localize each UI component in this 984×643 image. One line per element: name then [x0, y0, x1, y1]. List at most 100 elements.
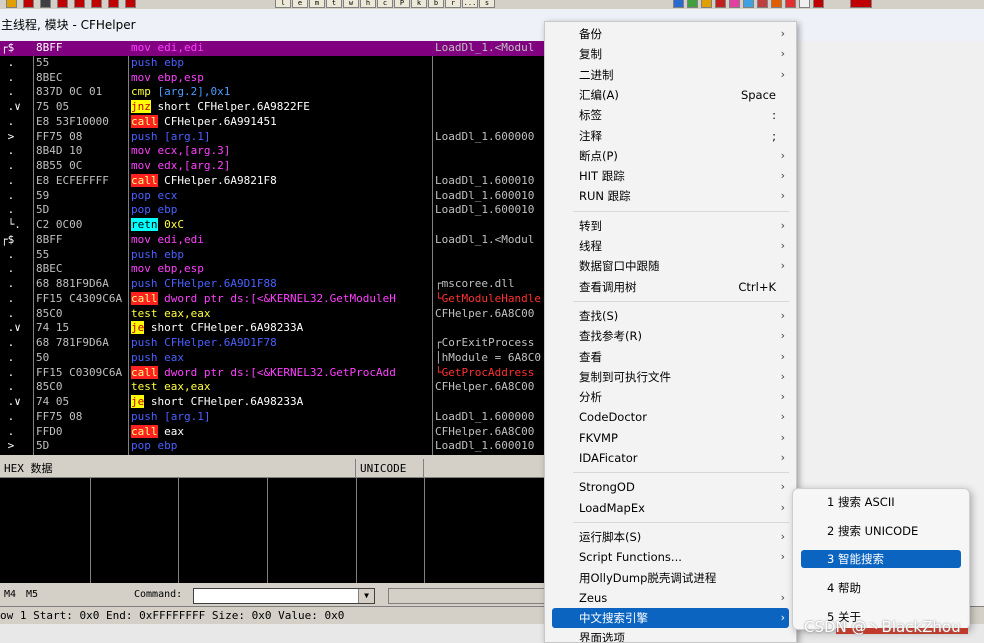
menu-item[interactable]: StrongOD › [545, 477, 796, 497]
submenu-item[interactable]: 2 搜索 UNICODE [801, 522, 961, 540]
toolbar-button[interactable] [701, 0, 712, 8]
menu-item[interactable]: 查看 › [545, 347, 796, 367]
toolbar-button[interactable] [729, 0, 740, 8]
disasm-row[interactable]: . E8 ECFEFFFF call CFHelper.6A9821F8 LoadDl… [0, 173, 548, 189]
disasm-row[interactable]: . 55 push ebp [0, 56, 548, 71]
toolbar-window-button[interactable]: b [428, 0, 444, 8]
toolbar-button[interactable] [850, 0, 872, 8]
menu-item[interactable]: 查找(S) › [545, 306, 796, 326]
disasm-row[interactable]: . E8 53F10000 call CFHelper.6A991451 [0, 114, 548, 130]
disasm-row[interactable]: . 837D 0C 01 cmp [arg.2],0x1 [0, 85, 548, 100]
disasm-row[interactable]: .∨ 74 05 je short CFHelper.6A98233A [0, 395, 548, 410]
menu-item[interactable]: 复制 › [545, 44, 796, 64]
menu-item[interactable]: 分析 › [545, 387, 796, 407]
disasm-row[interactable]: .∨ 75 05 jnz short CFHelper.6A9822FE [0, 100, 548, 115]
disasm-row[interactable]: . 8BEC mov ebp,esp [0, 71, 548, 86]
menu-item[interactable]: 中文搜索引擎 › [552, 608, 789, 629]
menu-item[interactable]: RUN 跟踪 › [545, 186, 796, 206]
m5-button[interactable]: M5 [26, 584, 38, 606]
command-input[interactable] [193, 588, 375, 604]
toolbar-button[interactable] [40, 0, 51, 8]
hex-data-header[interactable]: HEX 数据 [0, 459, 356, 478]
toolbar-window-button[interactable]: ... [462, 0, 478, 8]
menu-item[interactable]: 复制到可执行文件 › [545, 367, 796, 387]
menu-item[interactable]: CodeDoctor › [545, 407, 796, 427]
toolbar-button[interactable] [23, 0, 34, 8]
toolbar-window-button[interactable]: s [479, 0, 495, 8]
toolbar-button[interactable] [757, 0, 768, 8]
submenu-item[interactable]: 1 搜索 ASCII [801, 493, 961, 511]
toolbar-window-button[interactable]: m [309, 0, 325, 8]
toolbar-window-button[interactable]: k [411, 0, 427, 8]
toolbar-window-button[interactable]: h [360, 0, 376, 8]
toolbar-window-button[interactable]: c [377, 0, 393, 8]
toolbar-window-button[interactable]: P [394, 0, 410, 8]
disasm-row[interactable]: . 85C0 test eax,eax CFHelper.6A8C00 [0, 307, 548, 322]
toolbar-button[interactable] [74, 0, 85, 8]
submenu-item[interactable]: 4 帮助 [801, 579, 961, 597]
toolbar-window-button[interactable]: l [275, 0, 291, 8]
menu-item[interactable]: LoadMapEx › [545, 498, 796, 518]
menu-item[interactable]: Zeus › [545, 588, 796, 608]
toolbar-button[interactable] [715, 0, 726, 8]
disasm-row[interactable]: . 8B4D 10 mov ecx,[arg.3] [0, 144, 548, 159]
toolbar-button[interactable] [673, 0, 684, 8]
disasm-row[interactable]: . 68 881F9D6A push CFHelper.6A9D1F88 ┌mscor… [0, 277, 548, 292]
disasm-row[interactable]: >5D pop ebp LoadDl_1.600010 [0, 439, 548, 454]
menu-item[interactable]: 标签: [545, 105, 796, 125]
menu-item[interactable]: 汇编(A) Space [545, 85, 796, 105]
toolbar-window-button[interactable]: r [445, 0, 461, 8]
disasm-row[interactable]: . 68 781F9D6A push CFHelper.6A9D1F78 ┌CorEx… [0, 336, 548, 351]
toolbar-button[interactable] [91, 0, 102, 8]
toolbar-window-button[interactable]: w [343, 0, 359, 8]
disasm-row[interactable]: . 55 push ebp [0, 248, 548, 263]
menu-item[interactable]: 用OllyDump脱壳调试进程 [545, 568, 796, 588]
toolbar-button[interactable] [785, 0, 796, 8]
menu-item[interactable]: 数据窗口中跟随 › [545, 256, 796, 276]
toolbar-button[interactable] [687, 0, 698, 8]
menu-item[interactable]: 查找参考(R) › [545, 326, 796, 346]
disasm-row[interactable]: . FF75 08 push [arg.1] LoadDl_1.600000 [0, 410, 548, 425]
toolbar-button[interactable] [813, 0, 824, 8]
toolbar-button[interactable] [6, 0, 17, 8]
toolbar-button[interactable] [57, 0, 68, 8]
menu-item[interactable]: 查看调用树 Ctrl+K [545, 277, 796, 297]
menu-item[interactable]: 二进制 › [545, 65, 796, 85]
disasm-row[interactable]: . 50 push eax │hModule = 6A8C0 [0, 351, 548, 366]
chevron-down-icon[interactable]: ▼ [358, 589, 374, 603]
toolbar-button[interactable] [771, 0, 782, 8]
disasm-row[interactable]: > FF75 08 push [arg.1] LoadDl_1.600000 [0, 130, 548, 145]
disasm-row[interactable]: . 85C0 test eax,eax CFHelper.6A8C00 [0, 380, 548, 395]
disasm-row[interactable]: . 59 pop ecx LoadDl_1.600010 [0, 189, 548, 204]
toolbar-window-button[interactable]: t [326, 0, 342, 8]
disasm-row[interactable]: . 8BEC mov ebp,esp [0, 262, 548, 277]
disasm-row[interactable]: .∨ 74 15 je short CFHelper.6A98233A [0, 321, 548, 336]
toolbar-button[interactable] [799, 0, 810, 8]
toolbar-button[interactable] [743, 0, 754, 8]
toolbar-button[interactable] [108, 0, 119, 8]
disassembly-pane[interactable]: ┌$ 8BFF mov edi,edi LoadDl_1.<Modul . 55 push… [0, 41, 548, 455]
menu-item[interactable]: 界面选项 [545, 628, 796, 642]
menu-item[interactable]: 转到 › [545, 216, 796, 236]
disasm-row[interactable]: . FF15 C4309C6A call dword ptr ds:[<&KERNE… [0, 291, 548, 307]
menu-item[interactable]: 线程 › [545, 236, 796, 256]
toolbar-window-button[interactable]: e [292, 0, 308, 8]
m4-button[interactable]: M4 [4, 584, 16, 606]
menu-item[interactable]: FKVMP › [545, 428, 796, 448]
unicode-header[interactable]: UNICODE [356, 459, 424, 478]
menu-item[interactable]: 断点(P) › [545, 146, 796, 166]
disasm-row[interactable]: ┌$ 8BFF mov edi,edi LoadDl_1.<Modul [0, 41, 548, 56]
disasm-row[interactable]: . 8B55 0C mov edx,[arg.2] [0, 159, 548, 174]
disasm-row[interactable]: ┌$ 8BFF mov edi,edi LoadDl_1.<Modul [0, 233, 548, 248]
disasm-row[interactable]: └. C2 0C00 retn 0xC [0, 218, 548, 233]
submenu-item[interactable]: 3 智能搜索 [801, 550, 961, 569]
menu-item[interactable]: 注释; [545, 126, 796, 146]
menu-item[interactable]: HIT 跟踪 › [545, 166, 796, 186]
menu-item[interactable]: 备份 › [545, 24, 796, 44]
disasm-row[interactable]: . FF15 C0309C6A call dword ptr ds:[<&KERNE… [0, 365, 548, 381]
menu-item[interactable]: Script Functions... › [545, 547, 796, 567]
menu-item[interactable]: IDAFicator › [545, 448, 796, 468]
toolbar-button[interactable] [125, 0, 136, 8]
menu-item[interactable]: 运行脚本(S) › [545, 527, 796, 547]
disasm-row[interactable]: . 5D pop ebp LoadDl_1.600010 [0, 203, 548, 218]
